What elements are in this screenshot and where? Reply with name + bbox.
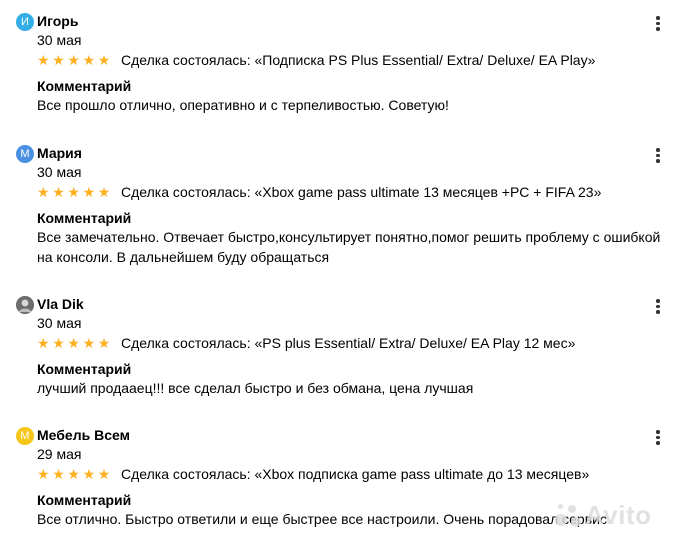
star-icon: ★ <box>52 335 66 351</box>
rating-stars: ★ ★ ★ ★ ★ <box>37 465 113 483</box>
more-options-icon[interactable] <box>648 13 668 33</box>
comment-text: Все замечательно. Отвечает быстро,консул… <box>37 229 661 265</box>
deal-info: Сделка состоялась: «Xbox game pass ultim… <box>121 184 602 200</box>
watermark-text: Avito <box>585 500 652 530</box>
star-icon: ★ <box>52 52 66 68</box>
comment-heading: Комментарий <box>37 492 132 508</box>
review-date: 30 мая <box>37 315 82 331</box>
deal-info: Сделка состоялась: «Подписка PS Plus Ess… <box>121 52 596 68</box>
review-author[interactable]: Vla Dik <box>37 294 84 314</box>
comment-heading: Комментарий <box>37 210 132 226</box>
star-icon: ★ <box>52 184 66 200</box>
review-date: 30 мая <box>37 164 82 180</box>
avatar[interactable]: И <box>16 13 34 31</box>
star-icon: ★ <box>82 335 97 351</box>
comment-heading: Комментарий <box>37 361 132 377</box>
review-author[interactable]: Мебель Всем <box>37 425 130 445</box>
star-icon: ★ <box>82 52 97 68</box>
star-icon: ★ <box>97 52 112 68</box>
star-icon: ★ <box>97 335 112 351</box>
rating-stars: ★ ★ ★ ★ ★ <box>37 183 113 201</box>
star-icon: ★ <box>37 184 51 200</box>
user-photo-icon <box>16 296 34 314</box>
avito-watermark: Avito <box>555 500 652 531</box>
review-date: 29 мая <box>37 446 82 462</box>
more-options-icon[interactable] <box>648 427 668 447</box>
more-options-icon[interactable] <box>648 145 668 165</box>
star-icon: ★ <box>37 466 51 482</box>
review-date: 30 мая <box>37 32 82 48</box>
deal-info: Сделка состоялась: «Xbox подписка game p… <box>121 466 590 482</box>
rating-stars: ★ ★ ★ ★ ★ <box>37 334 113 352</box>
star-icon: ★ <box>82 466 97 482</box>
star-icon: ★ <box>37 335 51 351</box>
more-options-icon[interactable] <box>648 296 668 316</box>
star-icon: ★ <box>97 466 112 482</box>
review-author[interactable]: Мария <box>37 143 82 163</box>
star-icon: ★ <box>82 184 97 200</box>
star-icon: ★ <box>97 184 112 200</box>
review-author[interactable]: Игорь <box>37 11 78 31</box>
comment-heading: Комментарий <box>37 78 132 94</box>
comment-text: лучший продааец!!! все сделал быстро и б… <box>37 380 474 396</box>
star-icon: ★ <box>67 466 81 482</box>
avatar[interactable] <box>16 296 34 314</box>
deal-info: Сделка состоялась: «PS plus Essential/ E… <box>121 335 576 351</box>
rating-stars: ★ ★ ★ ★ ★ <box>37 51 113 69</box>
avito-logo-icon <box>555 504 583 532</box>
avatar[interactable]: М <box>16 427 34 445</box>
star-icon: ★ <box>67 184 81 200</box>
star-icon: ★ <box>52 466 66 482</box>
star-icon: ★ <box>67 52 81 68</box>
star-icon: ★ <box>67 335 81 351</box>
star-icon: ★ <box>37 52 51 68</box>
avatar[interactable]: М <box>16 145 34 163</box>
comment-text: Все прошло отлично, оперативно и с терпе… <box>37 97 449 113</box>
